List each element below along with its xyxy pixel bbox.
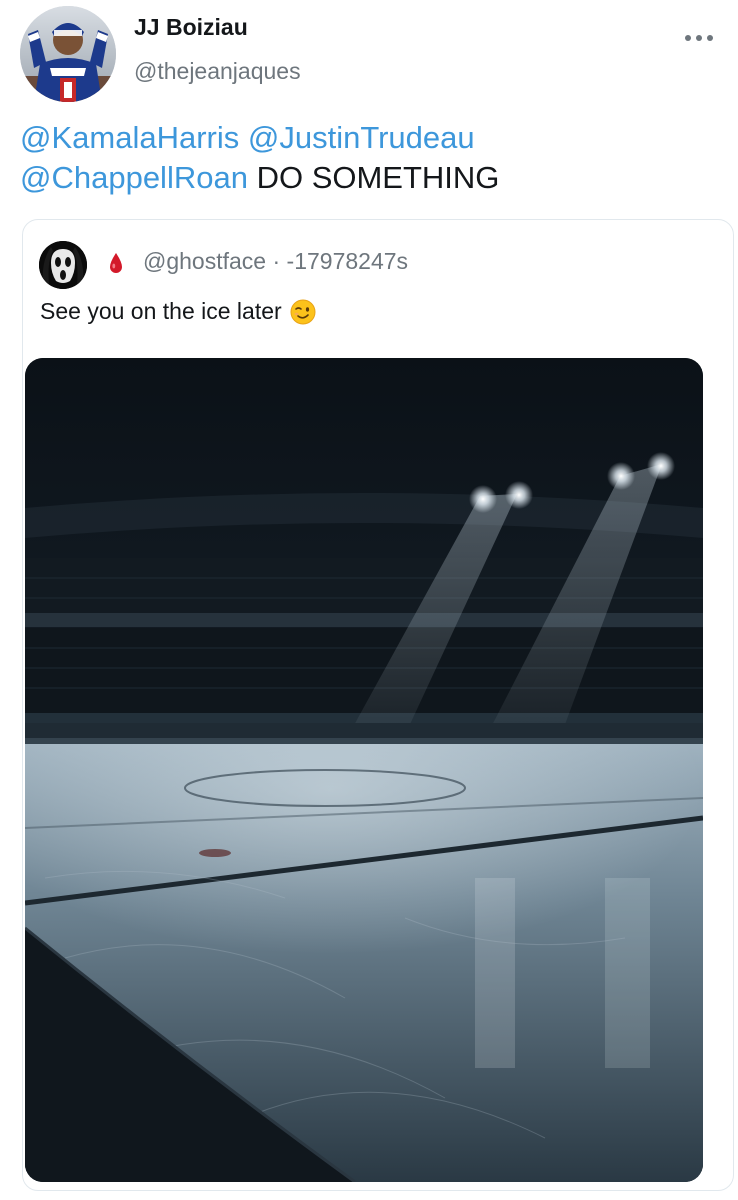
author-handle[interactable]: @thejeanjaques [134,58,301,85]
quoted-handle[interactable]: @ghostface [143,248,266,274]
ellipsis-icon [685,35,713,41]
meta-separator: · [266,248,287,274]
quoted-meta: @ghostface · -17978247s [143,248,408,275]
tweet-body-text: DO SOMETHING [256,160,500,195]
quoted-author-avatar[interactable] [39,241,87,289]
quoted-body-text: See you on the ice later [40,298,282,324]
mention-link[interactable]: @ChappellRoan [20,160,248,195]
mention-link[interactable]: @KamalaHarris [20,120,239,155]
ghostface-mask-icon [39,241,87,289]
quoted-text: See you on the ice later [40,298,316,325]
more-options-button[interactable] [682,24,716,52]
ice-rink-image [25,358,703,1182]
quoted-timestamp[interactable]: -17978247s [287,248,409,274]
author-avatar[interactable] [20,6,116,102]
mention-link[interactable]: @JustinTrudeau [248,120,475,155]
author-name[interactable]: JJ Boiziau [134,14,248,41]
quoted-media-image[interactable] [25,358,703,1182]
winking-face-icon [290,299,316,324]
blood-drop-icon [110,253,122,273]
quoted-tweet-card[interactable]: @ghostface · -17978247s See you on the i… [22,219,734,1191]
tweet-text: @KamalaHarris @JustinTrudeau @ChappellRo… [20,118,710,198]
avatar-hockey-player-icon [20,6,116,102]
